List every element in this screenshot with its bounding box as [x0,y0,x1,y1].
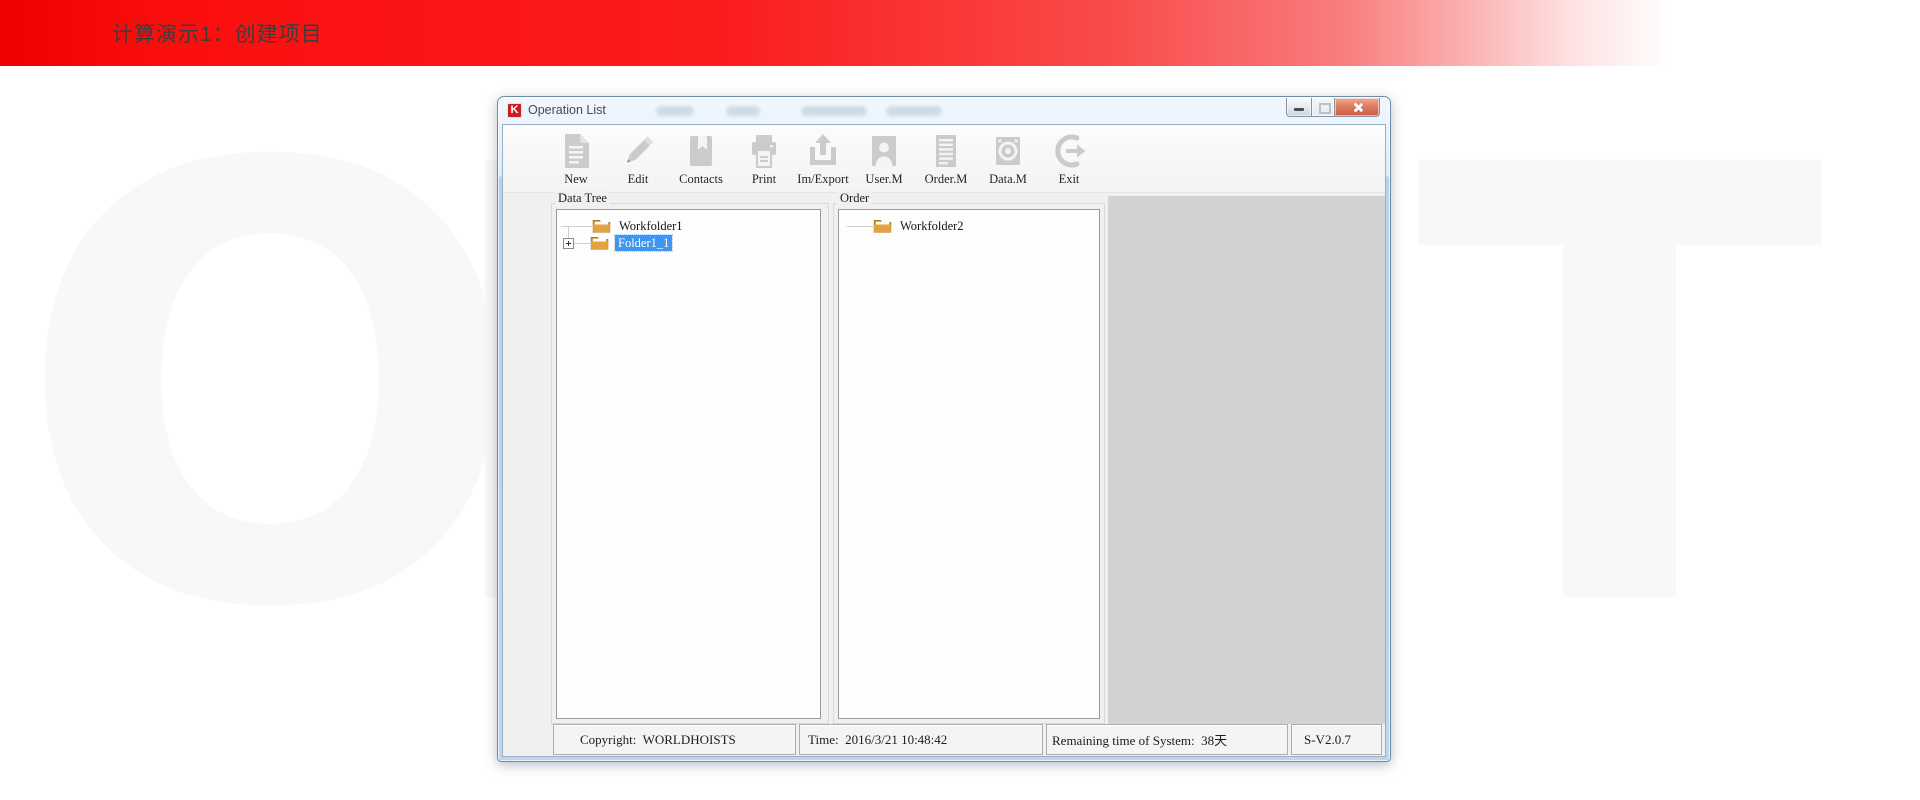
data-management-icon [988,131,1028,171]
window-title: Operation List [528,97,606,124]
toolbar-item-label: User.M [856,172,912,187]
toolbar-item-data-m[interactable]: Data.M [980,131,1036,189]
operation-list-window: K Operation List New [497,96,1391,762]
toolbar-item-user-m[interactable]: User.M [856,131,912,189]
toolbar-item-label: Data.M [980,172,1036,187]
banner-title: 计算演示1：创建项目 [112,0,323,66]
toolbar-item-label: New [548,172,604,187]
statusbar-version: S-V2.0.7 [1291,724,1382,755]
toolbar-item-exit[interactable]: Exit [1041,131,1097,189]
toolbar-item-print[interactable]: Print [736,131,792,189]
titlebar-ghost-text [801,106,867,116]
tree-connector [574,243,590,244]
maximize-button[interactable] [1311,98,1335,117]
user-management-icon [864,131,904,171]
edit-pencil-icon [618,131,658,171]
close-button[interactable] [1335,98,1380,117]
folder-icon [592,218,611,233]
window-controls [1286,98,1380,117]
tree-item-folder1-1[interactable]: Folder1_1 [557,234,820,254]
detail-panel-empty [1108,196,1385,724]
app-logo-icon: K [507,103,522,118]
watermark-letter: T [1415,110,1824,670]
folder-icon [590,235,609,250]
toolbar-item-label: Print [736,172,792,187]
toolbar-item-label: Exit [1041,172,1097,187]
tree-expand-icon[interactable] [563,238,574,249]
titlebar[interactable]: K Operation List [498,97,1390,124]
order-label: Order [837,191,872,206]
import-export-icon [803,131,843,171]
toolbar-item-order-m[interactable]: Order.M [918,131,974,189]
toolbar-item-edit[interactable]: Edit [610,131,666,189]
window-body: New Edit Contacts Print [502,124,1386,757]
tree-item-workfolder2[interactable]: Workfolder2 [839,214,1099,234]
order-list: Workfolder2 [838,209,1100,719]
titlebar-ghost-text [726,106,760,116]
banner: 计算演示1：创建项目 [0,0,1920,66]
order-management-icon [926,131,966,171]
statusbar-copyright: Copyright: WORLDHOISTS [553,724,796,755]
printer-icon [744,131,784,171]
statusbar-time: Time: 2016/3/21 10:48:42 [799,724,1043,755]
minimize-icon [1294,108,1304,111]
maximize-icon [1319,103,1331,114]
toolbar-item-new[interactable]: New [548,131,604,189]
tree-item-workfolder1[interactable]: Workfolder1 [557,214,820,234]
data-tree-list: Workfolder1 Folder1_1 [556,209,821,719]
toolbar-item-label: Contacts [673,172,729,187]
toolbar-item-contacts[interactable]: Contacts [673,131,729,189]
tree-item-label: Workfolder2 [900,218,964,234]
contacts-book-icon [681,131,721,171]
data-tree-label: Data Tree [555,191,610,206]
toolbar-item-label: Im/Export [795,172,851,187]
titlebar-ghost-text [886,106,942,116]
tree-item-label: Workfolder1 [619,218,683,234]
toolbar-item-label: Order.M [918,172,974,187]
toolbar: New Edit Contacts Print [503,125,1385,193]
titlebar-ghost-text [656,106,694,116]
minimize-button[interactable] [1286,98,1311,117]
tree-connector [847,226,873,227]
new-document-icon [556,131,596,171]
tree-item-label-selected: Folder1_1 [615,235,672,251]
exit-icon [1049,131,1089,171]
page: { "banner": { "title": "计算演示1：创建项目", "co… [0,0,1920,800]
folder-icon [873,218,892,233]
toolbar-item-label: Edit [610,172,666,187]
statusbar-remaining-time: Remaining time of System: 38天 [1046,724,1288,755]
tree-connector [561,226,592,227]
close-icon [1352,102,1363,113]
toolbar-item-imexport[interactable]: Im/Export [795,131,851,189]
